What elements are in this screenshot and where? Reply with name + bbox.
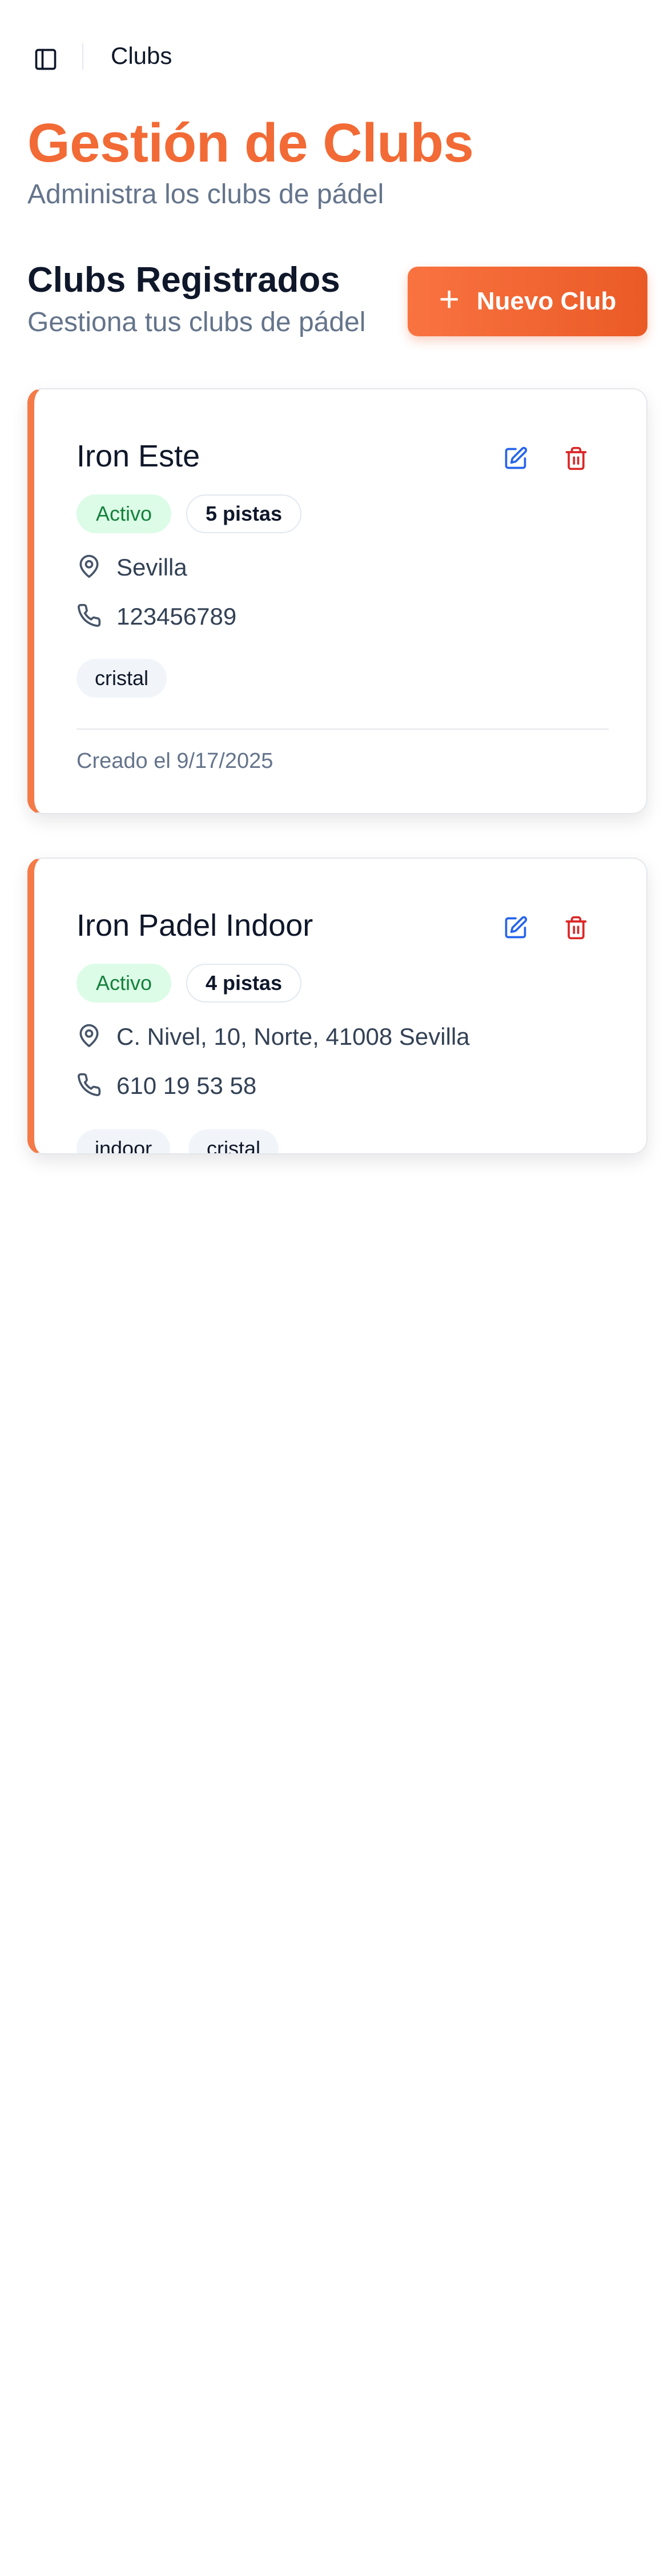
new-club-button-label: Nuevo Club [476, 287, 617, 315]
club-phone: 123456789 [77, 599, 236, 634]
club-name: Iron Este [77, 439, 200, 473]
phone-icon [77, 1072, 102, 1100]
edit-club-button[interactable] [496, 909, 536, 949]
club-name: Iron Padel Indoor [77, 908, 313, 943]
topbar-divider [82, 43, 83, 70]
section-title: Clubs Registrados [27, 260, 340, 300]
club-location-text: Sevilla [116, 554, 187, 581]
status-badge: Activo [77, 494, 172, 533]
plus-icon: + [438, 280, 460, 319]
trash-icon [564, 915, 589, 943]
breadcrumb: Clubs [111, 42, 172, 69]
page-title: Gestión de Clubs [27, 112, 474, 174]
section-subtitle: Gestiona tus clubs de pádel [27, 307, 366, 337]
club-tag: cristal [188, 1129, 279, 1153]
courts-badge: 4 pistas [186, 964, 302, 1003]
page-subtitle: Administra los clubs de pádel [27, 179, 384, 210]
edit-icon [503, 446, 528, 474]
phone-icon [77, 603, 102, 631]
club-location: C. Nivel, 10, Norte, 41008 Sevilla [77, 1020, 470, 1054]
trash-icon [564, 446, 589, 474]
courts-badge: 5 pistas [186, 494, 302, 533]
sidebar-toggle-icon [33, 47, 58, 75]
card-divider [77, 728, 609, 730]
club-location-text: C. Nivel, 10, Norte, 41008 Sevilla [116, 1023, 470, 1050]
delete-club-button[interactable] [556, 909, 596, 949]
map-pin-icon [77, 554, 102, 582]
club-tag: cristal [77, 659, 167, 698]
club-card: Iron Padel Indoor Activo 4 pistas C. Niv… [27, 858, 647, 1154]
club-location: Sevilla [77, 550, 187, 585]
map-pin-icon [77, 1023, 102, 1051]
top-bar: Clubs [0, 0, 668, 108]
club-phone-text: 610 19 53 58 [116, 1072, 257, 1099]
sidebar-toggle-button[interactable] [25, 40, 66, 81]
club-phone: 610 19 53 58 [77, 1069, 256, 1103]
edit-club-button[interactable] [496, 440, 536, 480]
delete-club-button[interactable] [556, 440, 596, 480]
status-badge: Activo [77, 964, 172, 1003]
created-date: Creado el 9/17/2025 [77, 749, 273, 773]
edit-icon [503, 915, 528, 943]
new-club-button[interactable]: + Nuevo Club [408, 267, 647, 336]
club-card: Iron Este Activo 5 pistas Sevilla 123456… [27, 388, 647, 814]
club-tag: indoor [77, 1129, 171, 1153]
club-phone-text: 123456789 [116, 603, 237, 630]
